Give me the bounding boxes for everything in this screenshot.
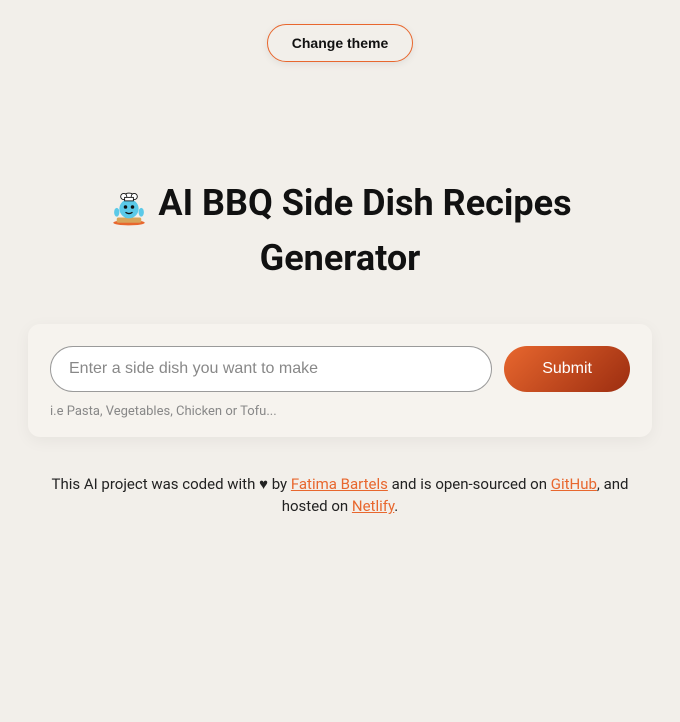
chef-icon [108,186,150,228]
heart-icon: ♥ [259,473,268,496]
change-theme-button[interactable]: Change theme [267,24,413,62]
github-link[interactable]: GitHub [551,475,597,493]
input-hint: i.e Pasta, Vegetables, Chicken or Tofu..… [50,404,630,419]
side-dish-input[interactable] [50,346,492,392]
footer-credits: This AI project was coded with ♥ by Fati… [0,473,680,518]
author-link[interactable]: Fatima Bartels [291,475,388,493]
submit-button[interactable]: Submit [504,346,630,392]
page-title: AI BBQ Side Dish Recipes Generator [158,182,571,279]
netlify-link[interactable]: Netlify [352,497,394,515]
search-form: Submit i.e Pasta, Vegetables, Chicken or… [28,324,652,437]
